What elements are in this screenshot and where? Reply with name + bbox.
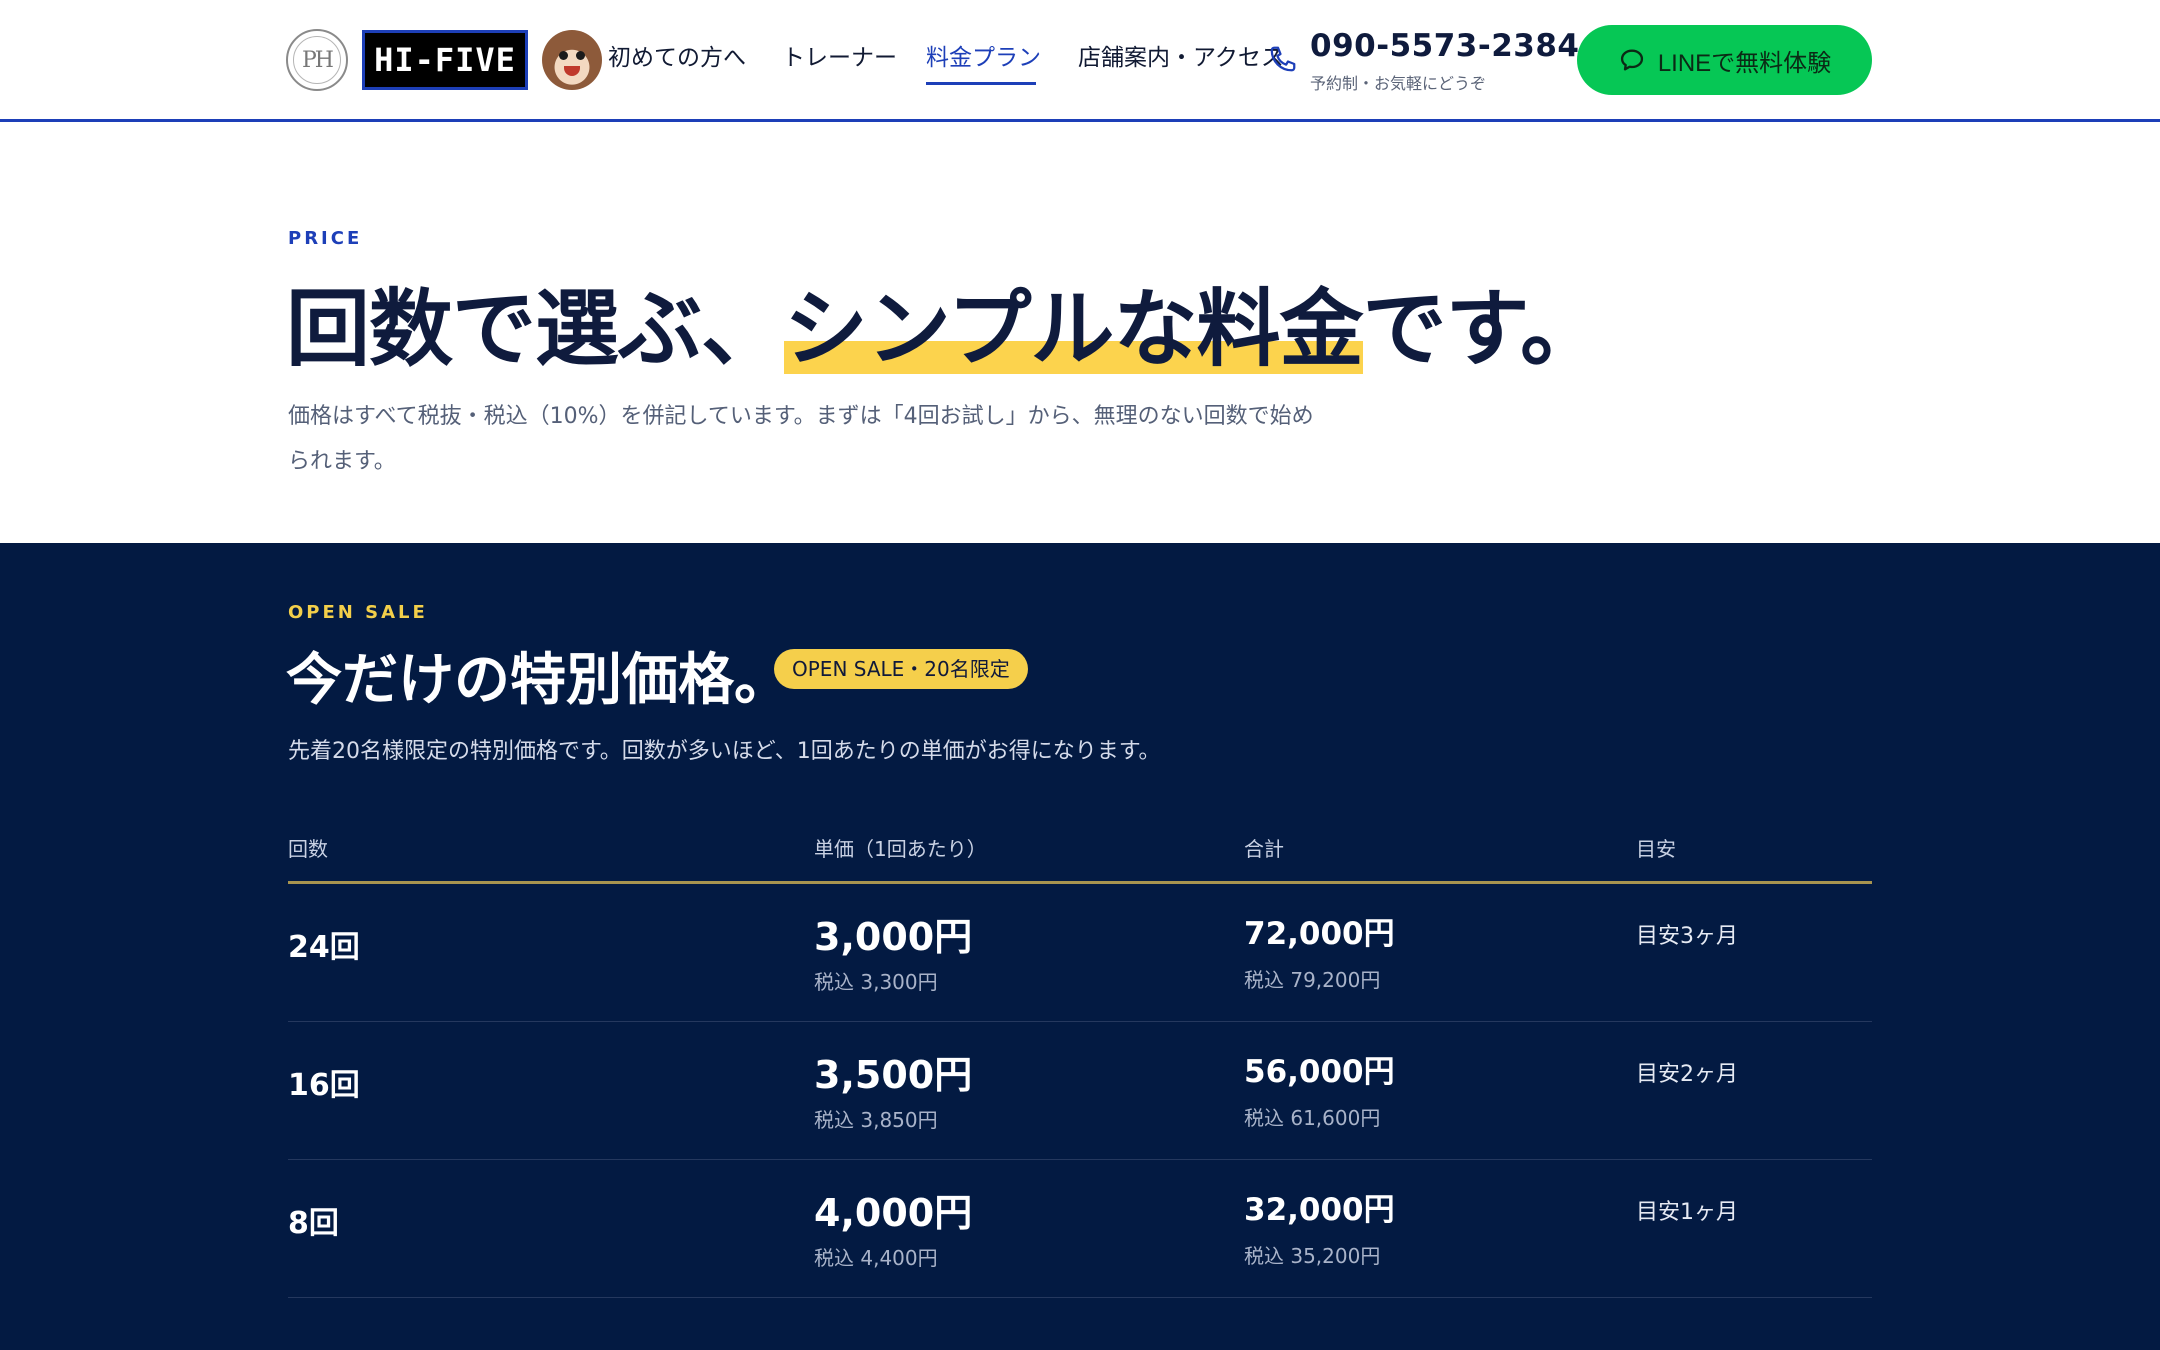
phone-number-link[interactable]: 090-5573-2384 <box>1310 28 1580 64</box>
line-free-trial-button[interactable]: LINEで無料体験 <box>1577 25 1872 95</box>
sale-lead: 先着20名様限定の特別価格です。回数が多いほど、1回あたりの単価がお得になります… <box>288 739 1161 764</box>
phone-note: 予約制・お気軽にどうぞ <box>1310 74 1487 93</box>
nav-trainer[interactable]: トレーナー <box>782 38 897 72</box>
hi-five-logo[interactable]: HI-FIVE <box>362 30 528 90</box>
nav-active-indicator <box>926 82 1036 85</box>
column-header-count: 回数 <box>288 837 328 861</box>
row-total: 56,000円 <box>1244 1054 1395 1090</box>
sale-title: 今だけの特別価格。 <box>286 648 790 713</box>
column-header-total: 合計 <box>1244 837 1284 861</box>
gym-emblem-text: PH <box>302 48 334 73</box>
row-unit-price-tax: 税込 3,300円 <box>814 970 938 994</box>
row-guide: 目安1ヶ月 <box>1636 1200 1738 1225</box>
price-headline: 回数で選ぶ、シンプルな料金です。 <box>286 262 1605 383</box>
row-total: 32,000円 <box>1244 1192 1395 1228</box>
nav-store-access[interactable]: 店舗案内・アクセス <box>1078 38 1284 72</box>
sale-eyebrow: OPEN SALE <box>288 602 428 623</box>
headline-highlight: シンプルな料金 <box>784 280 1364 378</box>
row-guide: 目安3ヶ月 <box>1636 924 1738 949</box>
chat-bubble-icon <box>1620 49 1643 71</box>
column-header-unit-price: 単価（1回あたり） <box>814 837 987 861</box>
row-count: 16回 <box>288 1068 360 1103</box>
headline-pre: 回数で選ぶ、 <box>286 280 785 378</box>
table-row: 8回 4,000円 税込 4,400円 32,000円 税込 35,200円 目… <box>288 1160 1872 1298</box>
row-unit-price-tax: 税込 4,400円 <box>814 1246 938 1270</box>
row-total: 72,000円 <box>1244 916 1395 952</box>
row-unit-price: 3,000円 <box>814 915 973 959</box>
gym-emblem-logo[interactable]: PH <box>286 29 348 91</box>
price-lead: 価格はすべて税抜・税込（10%）を併記しています。まずは「4回お試し」から、無理… <box>288 404 1314 474</box>
nav-pricing[interactable]: 料金プラン <box>926 38 1041 72</box>
headline-post: です。 <box>1362 280 1605 378</box>
row-count: 8回 <box>288 1206 339 1241</box>
sale-badge: OPEN SALE・20名限定 <box>774 649 1028 689</box>
table-row: 24回 3,000円 税込 3,300円 72,000円 税込 79,200円 … <box>288 884 1872 1022</box>
mascot-logo-icon[interactable] <box>542 30 602 90</box>
price-eyebrow: PRICE <box>288 228 363 249</box>
row-total-tax: 税込 35,200円 <box>1244 1244 1381 1268</box>
table-row: 16回 3,500円 税込 3,850円 56,000円 税込 61,600円 … <box>288 1022 1872 1160</box>
row-unit-price: 4,000円 <box>814 1191 973 1235</box>
row-total-tax: 税込 79,200円 <box>1244 968 1381 992</box>
row-total-tax: 税込 61,600円 <box>1244 1106 1381 1130</box>
mascot-mouth <box>564 66 580 76</box>
row-unit-price: 3,500円 <box>814 1053 973 1097</box>
row-count: 24回 <box>288 930 360 965</box>
column-header-guide: 目安 <box>1636 837 1676 861</box>
row-unit-price-tax: 税込 3,850円 <box>814 1108 938 1132</box>
phone-icon <box>1270 46 1296 72</box>
open-sale-section: OPEN SALE 今だけの特別価格。 OPEN SALE・20名限定 先着20… <box>0 543 2160 1350</box>
row-guide: 目安2ヶ月 <box>1636 1062 1738 1087</box>
nav-first-visit[interactable]: 初めての方へ <box>608 38 746 72</box>
line-button-label: LINEで無料体験 <box>1657 49 1832 77</box>
site-header: PH HI-FIVE 初めての方へ トレーナー 料金プラン 店舗案内・アクセス … <box>0 0 2160 122</box>
